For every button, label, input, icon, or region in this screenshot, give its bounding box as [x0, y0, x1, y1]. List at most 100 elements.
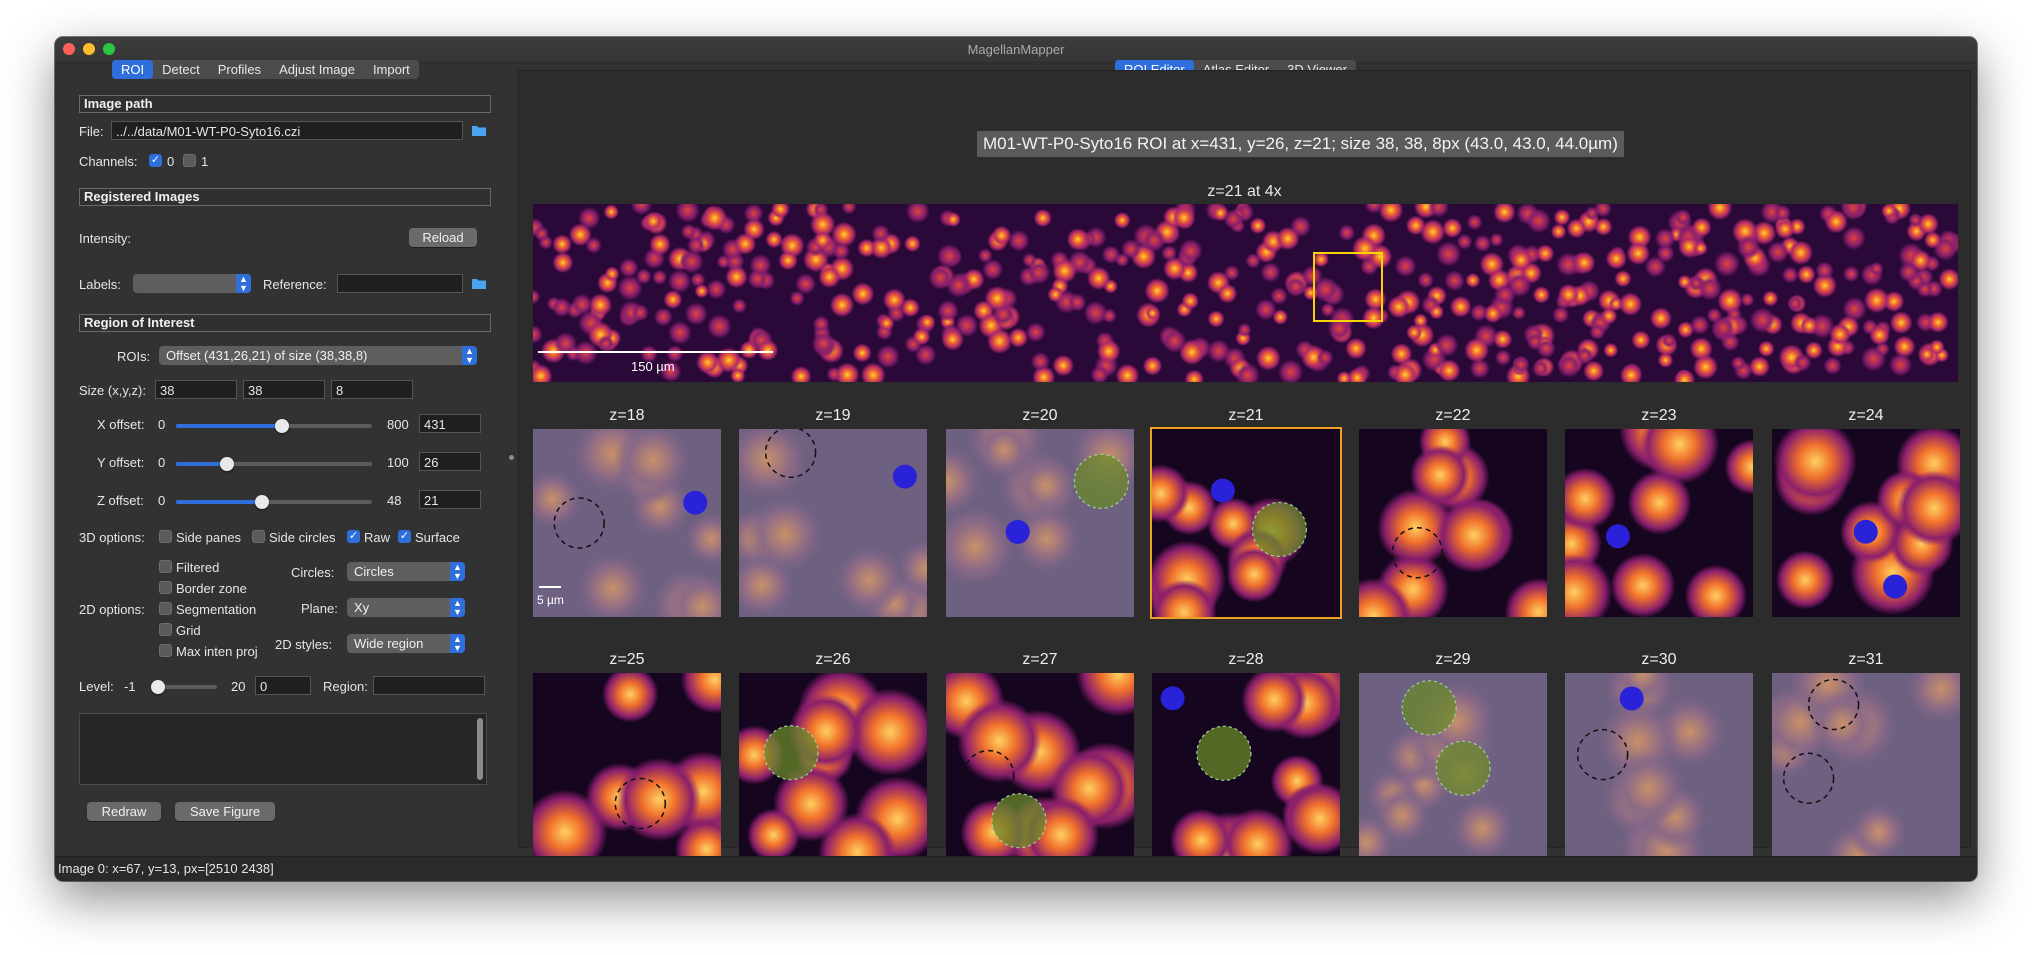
z-offset-field[interactable]: 21 [419, 490, 481, 509]
channel-1-checkbox[interactable] [183, 154, 196, 167]
overview-nucleus [617, 275, 643, 301]
tab-adjust-image[interactable]: Adjust Image [270, 60, 364, 79]
labels-select[interactable]: ▲ ▼ [133, 274, 251, 293]
x-offset-min: 0 [158, 417, 166, 432]
overview-nucleus [690, 272, 706, 288]
max-inten-proj-label: Max inten proj [176, 644, 258, 659]
zstack-tile-z19[interactable] [739, 429, 927, 617]
y-offset-slider-knob[interactable] [219, 457, 234, 471]
splitter-handle[interactable] [509, 455, 514, 460]
tab-roi[interactable]: ROI [112, 60, 154, 79]
y-offset-slider[interactable] [176, 457, 372, 471]
overview-nucleus [1714, 250, 1740, 277]
zstack-tile-z29[interactable] [1359, 673, 1547, 861]
overview-nucleus [1793, 353, 1812, 372]
overview-nucleus [1589, 323, 1606, 340]
tile-nucleus [746, 808, 801, 861]
circles-select[interactable]: Circles ▲ ▼ [347, 562, 465, 581]
rois-select[interactable]: Offset (431,26,21) of size (38,38,8) ▲ ▼ [159, 346, 477, 365]
redraw-button[interactable]: Redraw [87, 802, 161, 821]
text-area-scrollbar[interactable] [477, 718, 483, 780]
reload-button[interactable]: Reload [409, 228, 477, 247]
zstack-tile-z22[interactable] [1359, 429, 1547, 617]
segmentation-checkbox[interactable] [159, 602, 172, 615]
surface-label: Surface [415, 530, 460, 545]
roi-box [1313, 252, 1383, 322]
zstack-tile-z30[interactable] [1565, 673, 1753, 861]
side-panes-checkbox[interactable] [159, 530, 172, 543]
folder-icon[interactable] [471, 124, 487, 142]
tab-import[interactable]: Import [364, 60, 419, 79]
z-offset-slider[interactable] [176, 495, 372, 509]
surface-checkbox[interactable]: ✓ [398, 530, 411, 543]
overview-nucleus [871, 224, 890, 243]
size-x-field[interactable]: 38 [155, 380, 237, 399]
size-y-field[interactable]: 38 [243, 380, 325, 399]
tile-label-z22: z=22 [1435, 407, 1471, 424]
filtered-checkbox[interactable] [159, 560, 172, 573]
zstack-tile-z18[interactable] [533, 429, 721, 617]
tab-detect[interactable]: Detect [153, 60, 209, 79]
overview-nucleus [1697, 276, 1722, 301]
overview-nucleus [904, 235, 921, 252]
level-field[interactable]: 0 [255, 676, 311, 695]
zstack-tile-z20[interactable] [946, 429, 1134, 617]
reference-folder-icon[interactable] [471, 277, 487, 295]
overview-nucleus [552, 252, 574, 273]
2d-styles-select-value: Wide region [354, 636, 424, 651]
overview-nucleus [1908, 212, 1923, 228]
zstack-tile-z23[interactable] [1565, 429, 1753, 617]
size-z-field[interactable]: 8 [331, 380, 413, 399]
status-bar: Image 0: x=67, y=13, px=[2510 2438] [55, 856, 1977, 881]
overview-nucleus [812, 315, 830, 333]
zstack-tile-z24[interactable] [1772, 429, 1960, 617]
save-figure-button[interactable]: Save Figure [175, 802, 275, 821]
zstack-tile-z31[interactable] [1772, 673, 1960, 861]
x-offset-field[interactable]: 431 [419, 414, 481, 433]
overview-nucleus [1260, 262, 1281, 283]
overview-nucleus [1142, 228, 1166, 252]
max-inten-proj-checkbox[interactable] [159, 644, 172, 657]
z-offset-slider-knob[interactable] [254, 495, 269, 509]
overview-nucleus [1766, 241, 1790, 264]
overview-nucleus [1207, 339, 1231, 363]
raw-checkbox[interactable]: ✓ [347, 530, 360, 543]
zstack-tile-z28[interactable] [1152, 673, 1340, 861]
channel-0-checkbox[interactable]: ✓ [149, 154, 162, 167]
overview-nucleus [1677, 274, 1692, 289]
overview-nucleus [1316, 349, 1334, 367]
plane-select[interactable]: Xy ▲ ▼ [347, 598, 465, 617]
level-slider[interactable] [151, 680, 217, 694]
overview-nucleus [1338, 224, 1356, 241]
window-title: MagellanMapper [967, 42, 1065, 57]
grid-checkbox[interactable] [159, 623, 172, 636]
zstack-tile-z27[interactable] [946, 673, 1134, 861]
tab-profiles[interactable]: Profiles [209, 60, 270, 79]
level-slider-knob[interactable] [151, 680, 165, 694]
overview-label: z=21 at 4x [1207, 183, 1282, 200]
overview-nucleus [1272, 309, 1288, 325]
zstack-tile-z25[interactable] [533, 673, 721, 861]
overview-nucleus [1142, 356, 1163, 376]
zstack-tile-z26[interactable] [739, 673, 927, 861]
overview-nucleus [1550, 223, 1567, 240]
reference-field[interactable] [337, 274, 463, 293]
overview-nucleus [1584, 206, 1599, 221]
x-offset-slider[interactable] [176, 419, 372, 433]
overview-image[interactable]: 150 µm [533, 204, 1958, 382]
zstack-tile-z21[interactable] [1150, 427, 1342, 619]
x-offset-slider-knob[interactable] [274, 419, 289, 433]
border-zone-checkbox[interactable] [159, 581, 172, 594]
2d-styles-select[interactable]: Wide region ▲ ▼ [347, 634, 465, 653]
region-field[interactable] [373, 676, 485, 695]
side-circles-checkbox[interactable] [252, 530, 265, 543]
file-path-field[interactable]: ../../data/M01-WT-P0-Syto16.czi [111, 121, 463, 140]
tile-scale-label: 5 µm [537, 593, 564, 607]
overview-nucleus [1531, 359, 1550, 378]
message-text-area[interactable] [79, 713, 487, 785]
overview-nucleus [818, 265, 841, 289]
blob-marker [1853, 519, 1878, 544]
left-tab-bar: ROI Detect Profiles Adjust Image Import [112, 60, 419, 79]
overview-nucleus [1536, 244, 1555, 263]
y-offset-field[interactable]: 26 [419, 452, 481, 471]
